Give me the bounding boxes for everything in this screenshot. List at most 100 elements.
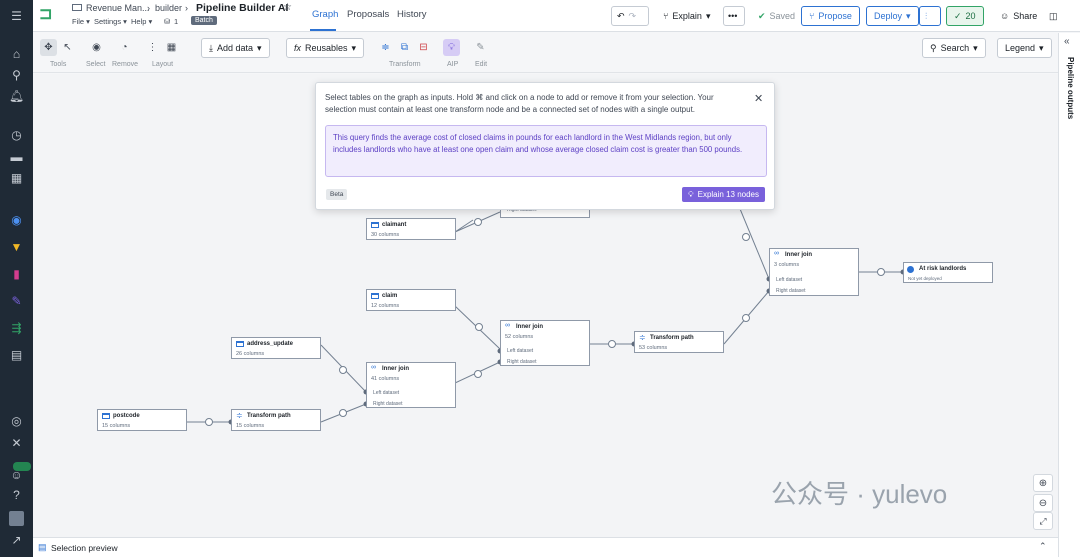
active-tab-indicator (310, 29, 336, 31)
panel-toggle-icon[interactable]: ◫ (1045, 6, 1065, 26)
transform-node-1[interactable]: ≑ Transform path 15 columns (231, 409, 321, 431)
expand-arrow-icon[interactable]: ↗ (8, 531, 25, 548)
explain-dropdown[interactable]: ⑂ Explain ▾ (656, 6, 718, 26)
table-icon (102, 413, 110, 419)
left-rail: ☰ ⌂ ⚲ 🔔︎ ◷ ▬ ▦ ◉ ▼ ▮ ✎ ⇶ ▤ ◎ ✕ ☺ ? ↗ (0, 0, 33, 557)
layout-tree-icon[interactable]: ⋮ (144, 39, 161, 56)
inner-join-node-3[interactable]: ∞ Inner join 3 columns Left dataset Righ… (769, 248, 859, 296)
search-button[interactable]: ⚲ Search ▾ (922, 38, 986, 58)
select-label: Select (86, 61, 106, 68)
app-chart-icon[interactable]: ▮ (8, 265, 25, 282)
remove-icon[interactable]: ◔ (116, 39, 133, 56)
fit-to-screen-icon[interactable]: ⤢ (1033, 512, 1053, 530)
selection-preview-bar[interactable]: ▤ Selection preview ⌃ (33, 537, 1058, 557)
shuffle-icon[interactable]: ✕ (8, 434, 25, 451)
explain-nodes-button[interactable]: 💡︎ Explain 13 nodes (682, 187, 765, 202)
chevron-down-icon: ▾ (705, 10, 711, 21)
query-description: This query finds the average cost of clo… (325, 125, 767, 177)
remove-label: Remove (112, 61, 139, 68)
selection-preview-label[interactable]: Selection preview (51, 543, 118, 553)
tab-proposals[interactable]: Proposals (347, 9, 389, 20)
graph-toolbar: ✥ ↖ Tools ◉ Select ◔ Remove ⋮ ▦ Layout ⤓… (33, 33, 1058, 73)
inner-join-node-1[interactable]: ∞ Inner join 41 columns Left dataset Rig… (366, 362, 456, 408)
star-icon[interactable]: ☆ (283, 2, 292, 13)
transform-copy-icon[interactable]: ⧉ (396, 39, 413, 56)
notifications-icon[interactable]: 🔔︎ (8, 87, 25, 104)
dataset-node-claim[interactable]: claim 12 columns (366, 289, 456, 311)
breadcrumb-project[interactable]: Revenue Man... (86, 3, 150, 13)
table-icon (236, 341, 244, 347)
select-icon[interactable]: ◉ (88, 39, 105, 56)
undo-redo-group: ↶ ↷ (611, 6, 649, 26)
home-icon[interactable]: ⌂ (8, 45, 25, 62)
branch-explain-icon: ⑂ (663, 11, 669, 21)
mode-badge[interactable]: Batch (191, 16, 217, 25)
table-icon (371, 293, 379, 299)
avatar[interactable] (9, 511, 24, 526)
help-icon[interactable]: ? (8, 486, 25, 503)
explain-selection-dialog: Select tables on the graph as inputs. Ho… (315, 82, 775, 210)
tab-history[interactable]: History (397, 9, 427, 20)
app-header: ⊐ Revenue Man... › builder › Pipeline Bu… (33, 0, 1080, 32)
aip-lightbulb-icon[interactable]: 💡︎ (443, 39, 460, 56)
dataset-node-claimant[interactable]: claimant 30 columns (366, 218, 456, 240)
breadcrumb-folder[interactable]: builder (155, 3, 182, 13)
pipeline-app-icon[interactable]: ⇶ (8, 319, 25, 336)
dataset-node-postcode[interactable]: postcode 15 columns (97, 409, 187, 431)
app-tool-icon[interactable]: ✎ (8, 292, 25, 309)
search-icon[interactable]: ⚲ (8, 66, 25, 83)
redo-icon[interactable]: ↷ (629, 11, 637, 22)
file-menu[interactable]: File ▾ (72, 17, 90, 26)
dataset-node-address-update[interactable]: address_update 26 columns (231, 337, 321, 359)
edit-label: Edit (475, 61, 488, 68)
help-menu[interactable]: Help ▾ (131, 17, 152, 26)
zoom-in-icon[interactable]: ⊕ (1033, 474, 1053, 492)
select-arrow-icon[interactable]: ↖ (59, 39, 76, 56)
people-icon[interactable]: ☺ (8, 466, 25, 483)
transform-delete-icon[interactable]: ⊟ (415, 39, 432, 56)
collapse-double-chevron-icon[interactable]: « (1064, 36, 1070, 47)
join-icon: ∞ (505, 322, 510, 329)
layout-grid-icon[interactable]: ▦ (163, 39, 180, 56)
app-filter-icon[interactable]: ▼ (8, 238, 25, 255)
share-button[interactable]: ☺ Share (993, 6, 1045, 26)
output-icon (907, 266, 914, 273)
app-stack-icon[interactable]: ▤ (8, 346, 25, 363)
transform-filter-icon[interactable]: ≑ (377, 39, 394, 56)
pipeline-outputs-label[interactable]: Pipeline outputs (1066, 57, 1075, 119)
folder-icon[interactable]: ▬ (8, 148, 25, 165)
deploy-settings-button[interactable]: ⫶ (919, 6, 941, 26)
more-options-button[interactable]: ••• (723, 6, 745, 26)
inner-join-node-2[interactable]: ∞ Inner join 52 columns Left dataset Rig… (500, 320, 590, 366)
add-data-button[interactable]: ⤓ Add data ▾ (201, 38, 270, 58)
transform-node-2[interactable]: ≑ Transform path 53 columns (634, 331, 724, 353)
undo-icon[interactable]: ↶ (617, 11, 625, 22)
settings-menu[interactable]: Settings ▾ (94, 17, 127, 26)
globe-icon[interactable]: ◎ (8, 412, 25, 429)
chevron-down-icon: ▾ (257, 42, 262, 53)
chevron-down-icon: ▾ (906, 10, 911, 21)
deploy-button[interactable]: Deploy ▾ (866, 6, 919, 26)
chevron-down-icon: ▾ (351, 42, 357, 53)
edit-pencil-icon[interactable]: ✎ (472, 39, 489, 56)
propose-button[interactable]: ⑂ Propose (801, 6, 860, 26)
pipeline-outputs-panel: « Pipeline outputs (1058, 33, 1080, 557)
layout-label: Layout (152, 61, 174, 68)
checks-button[interactable]: ✓ 20 (946, 6, 984, 26)
pan-tool-icon[interactable]: ✥ (40, 39, 57, 56)
app-search-icon[interactable]: ◉ (8, 211, 25, 228)
expand-chevron-up-icon[interactable]: ⌃ (1039, 541, 1047, 552)
grid-icon[interactable]: ▦ (8, 169, 25, 186)
history-icon[interactable]: ◷ (8, 126, 25, 143)
legend-button[interactable]: Legend ▾ (997, 38, 1052, 58)
reusables-button[interactable]: fx Reusables ▾ (286, 38, 365, 58)
tab-graph[interactable]: Graph (312, 9, 338, 20)
branch-icon: ⛁ (164, 17, 171, 26)
propose-icon: ⑂ (809, 11, 815, 21)
output-node-at-risk-landlords[interactable]: At risk landlords Not yet deployed (903, 262, 993, 283)
people-icon: ☺ (1000, 11, 1010, 21)
menu-icon[interactable]: ☰ (8, 7, 25, 24)
close-icon[interactable]: ✕ (754, 92, 763, 105)
tools-label: Tools (50, 61, 67, 68)
zoom-out-icon[interactable]: ⊖ (1033, 494, 1053, 512)
